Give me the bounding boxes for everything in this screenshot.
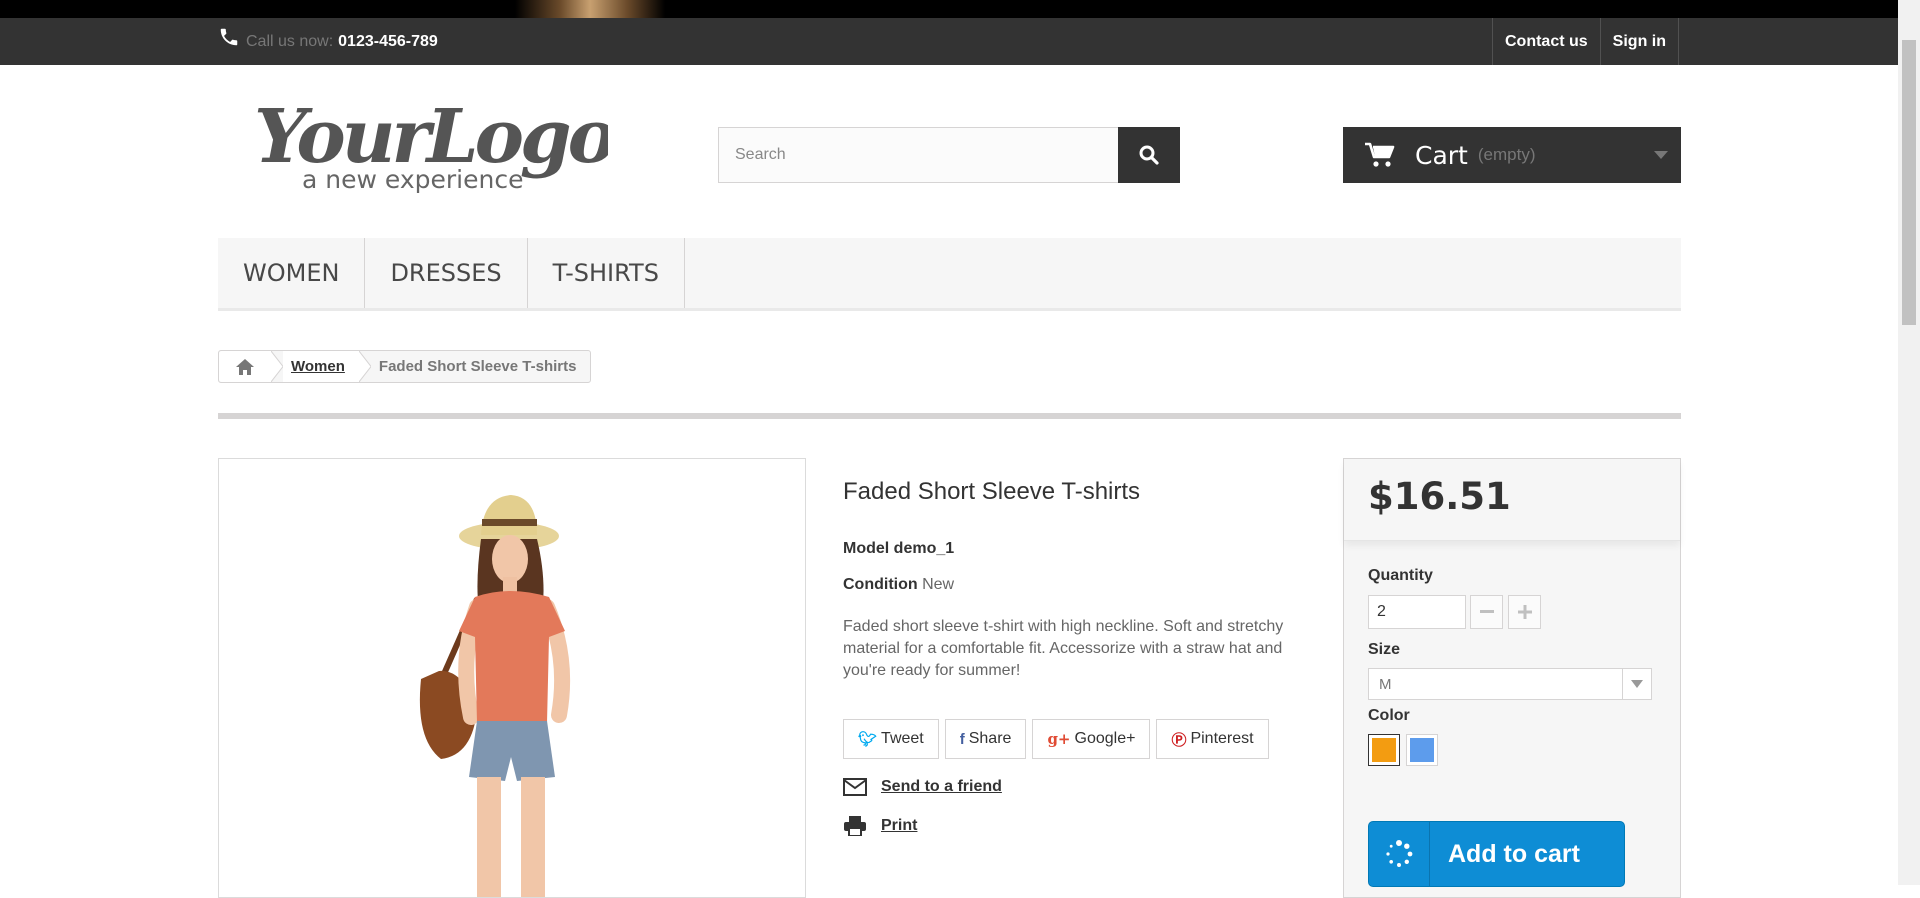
scrollbar-thumb[interactable]	[1902, 40, 1916, 325]
breadcrumb-women[interactable]: Women	[283, 351, 359, 382]
page-scrollbar[interactable]	[1898, 0, 1920, 885]
menu-item-t-shirts[interactable]: T-shirts	[528, 238, 685, 308]
breadcrumb-separator	[358, 351, 371, 382]
color-swatch-orange[interactable]	[1368, 734, 1400, 766]
color-swatch-orange-fill	[1372, 738, 1396, 762]
banner-image	[515, 0, 665, 18]
loading-spinner-icon	[1369, 822, 1430, 886]
section-divider	[218, 413, 1681, 419]
phone-number: 0123-456-789	[338, 32, 438, 50]
cart-button[interactable]: Cart (empty)	[1343, 127, 1681, 183]
pinterest-label: Pinterest	[1190, 730, 1254, 747]
google-plus-icon: g+	[1047, 730, 1071, 748]
product-image[interactable]	[218, 458, 806, 898]
menu-item-dresses[interactable]: Dresses	[365, 238, 528, 308]
quantity-input[interactable]: 2	[1368, 595, 1466, 629]
plus-icon	[1517, 605, 1532, 619]
twitter-icon: 🐦︎	[858, 731, 878, 748]
call-us-info: Call us now: 0123-456-789	[218, 18, 438, 65]
product-model: Model demo_1	[843, 540, 1313, 558]
quantity-decrease-button[interactable]	[1470, 595, 1503, 629]
tweet-button[interactable]: 🐦︎ Tweet	[843, 719, 939, 759]
call-us-label: Call us now:	[246, 32, 334, 50]
search-input[interactable]	[718, 127, 1118, 183]
size-select[interactable]: M	[1368, 668, 1652, 700]
buy-box: $16.51 Quantity 2 Size M Color Add to ca…	[1343, 458, 1681, 898]
model-label: Model	[843, 540, 890, 557]
search-button[interactable]	[1118, 127, 1180, 183]
envelope-icon	[843, 778, 867, 796]
breadcrumb-current: Faded Short Sleeve T-shirts	[378, 358, 577, 375]
top-nav-bar: Call us now: 0123-456-789 Contact us Sig…	[0, 18, 1898, 65]
condition-label: Condition	[843, 576, 918, 593]
size-label: Size	[1368, 641, 1401, 658]
top-banner[interactable]	[0, 0, 1898, 18]
product-title: Faded Short Sleeve T-shirts	[843, 478, 1141, 505]
chevron-down-icon	[1631, 680, 1643, 688]
share-button[interactable]: f Share	[944, 719, 1027, 759]
quantity-label: Quantity	[1368, 567, 1433, 584]
phone-icon	[220, 28, 238, 45]
shopping-cart-icon	[1365, 142, 1395, 167]
main-menu: Women Dresses T-shirts	[218, 238, 1681, 311]
tweet-label: Tweet	[881, 730, 924, 747]
print-link[interactable]: Print	[843, 816, 917, 836]
size-select-arrow	[1622, 669, 1651, 699]
product-photo	[219, 459, 805, 897]
sign-in-link[interactable]: Sign in	[1599, 18, 1679, 65]
google-plus-button[interactable]: g+ Google+	[1032, 719, 1151, 759]
search-bar	[718, 127, 1180, 183]
send-to-friend-label: Send to a friend	[881, 778, 1002, 795]
home-icon	[236, 358, 254, 375]
color-swatch-blue[interactable]	[1406, 734, 1438, 766]
search-icon	[1139, 145, 1159, 165]
cart-status: (empty)	[1477, 145, 1536, 164]
pinterest-button[interactable]: Ⓟ Pinterest	[1156, 719, 1269, 759]
svg-text:a new experience: a new experience	[302, 165, 523, 194]
menu-item-women[interactable]: Women	[218, 238, 366, 308]
pinterest-icon: Ⓟ	[1171, 731, 1187, 749]
google-plus-label: Google+	[1074, 730, 1136, 747]
product-condition: Condition New	[843, 576, 1313, 594]
add-to-cart-label: Add to cart	[1448, 839, 1580, 868]
add-to-cart-button[interactable]: Add to cart	[1368, 821, 1625, 887]
header-user-nav: Contact us Sign in	[1492, 18, 1679, 65]
contact-us-link[interactable]: Contact us	[1492, 18, 1600, 65]
condition-value: New	[922, 576, 955, 593]
size-selected-value: M	[1379, 675, 1392, 693]
send-to-friend-link[interactable]: Send to a friend	[843, 778, 1002, 796]
site-logo[interactable]: YourLogo a new experience	[248, 92, 608, 197]
breadcrumb: Women Faded Short Sleeve T-shirts	[218, 350, 592, 383]
social-share-buttons: 🐦︎ Tweet f Share g+ Google+ Ⓟ Pinterest	[843, 719, 1269, 759]
cart-label: Cart	[1415, 140, 1468, 170]
print-label: Print	[881, 817, 918, 834]
product-price: $16.51	[1368, 475, 1511, 518]
chevron-down-icon	[1654, 151, 1668, 159]
quantity-increase-button[interactable]	[1508, 595, 1541, 629]
color-label: Color	[1368, 707, 1410, 724]
color-swatch-blue-fill	[1410, 738, 1434, 762]
facebook-icon: f	[959, 730, 965, 748]
share-label: Share	[968, 730, 1012, 747]
product-info: Faded Short Sleeve T-shirts Model demo_1…	[843, 478, 1313, 698]
product-description: Faded short sleeve t-shirt with high nec…	[843, 618, 1284, 679]
breadcrumb-separator	[271, 351, 283, 382]
model-value: demo_1	[893, 540, 955, 557]
minus-icon	[1479, 610, 1494, 613]
breadcrumb-home[interactable]	[219, 351, 271, 382]
printer-icon	[844, 816, 866, 836]
